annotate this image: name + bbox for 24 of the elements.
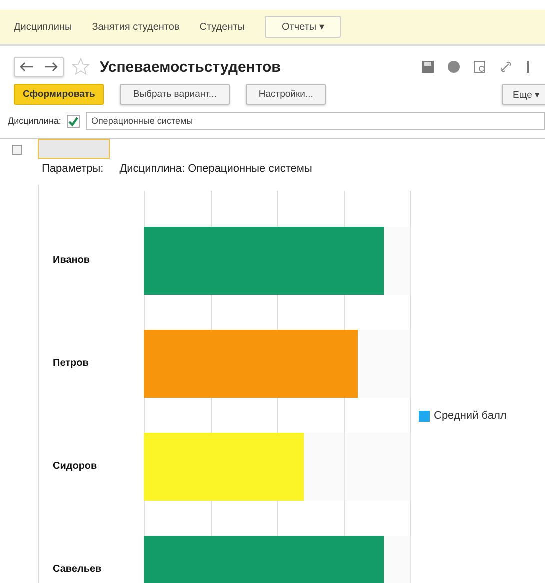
- menu-link[interactable]: Студенты: [200, 22, 246, 32]
- collapse-icon[interactable]: [12, 145, 22, 155]
- toolbar-button[interactable]: Настройки...: [246, 84, 326, 105]
- filter-label: Дисциплина:: [8, 116, 62, 126]
- toolbar-button[interactable]: Выбрать вариант...: [120, 84, 230, 105]
- discipline-field[interactable]: Операционные системы: [86, 112, 545, 130]
- category-label: Петров: [52, 358, 90, 369]
- category-label: Иванов: [52, 255, 92, 266]
- more-button[interactable]: Еще ▾: [502, 84, 545, 105]
- legend-label: Средний балл: [434, 410, 507, 422]
- params-value: Дисциплина: Операционные системы: [120, 163, 312, 175]
- category-label: Савельев: [52, 564, 103, 575]
- checkbox[interactable]: [67, 114, 80, 128]
- save-icon[interactable]: [421, 60, 435, 74]
- menu-link[interactable]: Дисциплины: [14, 22, 72, 32]
- menu-link[interactable]: Занятия студентов: [92, 22, 180, 32]
- generate-button[interactable]: Сформировать: [14, 84, 104, 105]
- selected-cell[interactable]: [38, 139, 110, 159]
- preview-icon[interactable]: [473, 60, 487, 74]
- menu-dropdown[interactable]: Отчеты ▾: [265, 16, 342, 38]
- star-icon[interactable]: [72, 58, 90, 76]
- window-title: Успеваемостьстудентов: [100, 58, 281, 76]
- category-label: Сидоров: [52, 461, 98, 472]
- params-label: Параметры:: [42, 163, 104, 175]
